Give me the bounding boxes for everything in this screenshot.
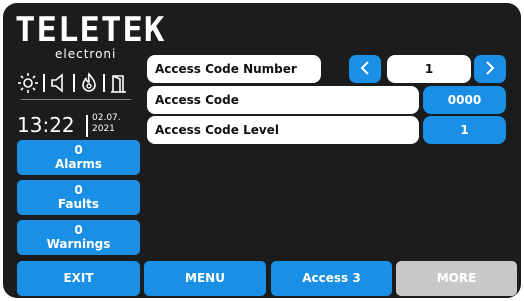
door-icon: [109, 72, 129, 94]
alarms-button[interactable]: 0 Alarms: [17, 140, 140, 175]
exit-button[interactable]: EXIT: [17, 261, 140, 296]
fire-icon: [79, 72, 99, 94]
chevron-left-icon: [360, 60, 370, 79]
clock-time: 13:22: [17, 113, 75, 137]
access-level-button[interactable]: Access 3: [271, 261, 392, 296]
access-code-label: Access Code: [147, 86, 419, 114]
warnings-label: Warnings: [46, 237, 111, 251]
clock-date: 02.07. 2021: [92, 113, 121, 135]
status-separator: [103, 74, 105, 92]
warnings-count: 0: [74, 223, 83, 237]
teletek-logo: TELETEK electroni: [15, 10, 166, 73]
chevron-right-icon: [485, 60, 495, 79]
clock-date-day: 02.07.: [92, 113, 121, 123]
status-separator: [73, 74, 75, 92]
faults-count: 0: [74, 183, 83, 197]
alarms-count: 0: [74, 143, 83, 157]
clock-separator: [86, 115, 88, 137]
clock-date-year: 2021: [92, 124, 115, 134]
access-code-value[interactable]: 0000: [423, 86, 506, 114]
logo-wordmark: TELETEK: [15, 10, 166, 50]
next-button[interactable]: [474, 55, 506, 83]
access-code-level-label: Access Code Level: [147, 116, 419, 144]
more-button[interactable]: MORE: [396, 261, 517, 296]
access-code-level-value[interactable]: 1: [423, 116, 506, 144]
alarms-label: Alarms: [54, 157, 103, 171]
clock: 13:22 02.07. 2021: [17, 111, 145, 141]
faults-label: Faults: [57, 197, 100, 211]
previous-button[interactable]: [349, 55, 381, 83]
sun-icon: [17, 72, 39, 94]
logo-tagline: electroni: [55, 47, 117, 61]
warnings-button[interactable]: 0 Warnings: [17, 220, 140, 255]
faults-button[interactable]: 0 Faults: [17, 180, 140, 215]
menu-button[interactable]: MENU: [144, 261, 266, 296]
speaker-icon: [49, 72, 69, 94]
status-separator: [43, 74, 45, 92]
access-code-number-value[interactable]: 1: [387, 55, 471, 83]
access-code-number-label: Access Code Number: [147, 55, 321, 83]
panel-frame: TELETEK electroni 13:22 02.07. 2021 0 Al…: [3, 3, 521, 298]
status-icons: [17, 71, 145, 95]
status-divider: [21, 99, 131, 100]
